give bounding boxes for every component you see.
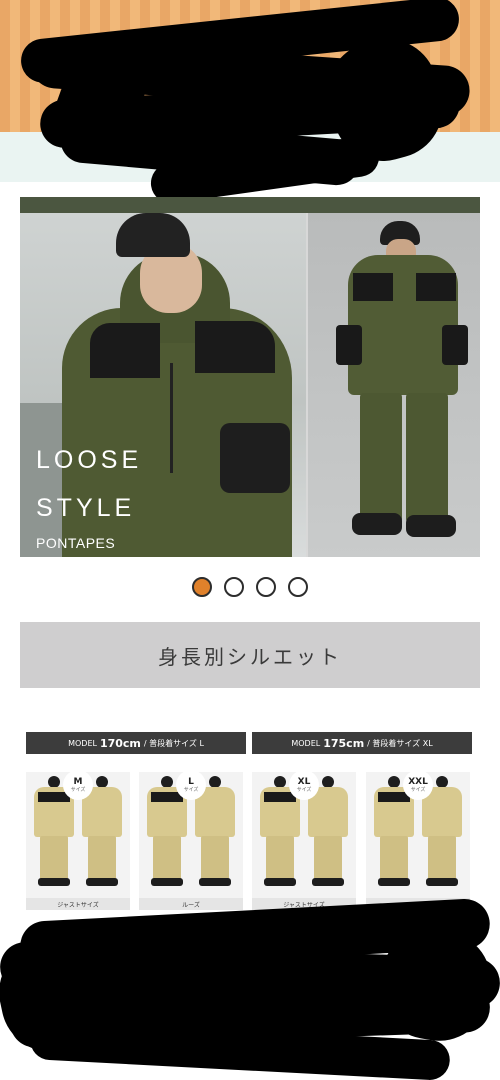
model-figure-pants [153, 836, 181, 880]
model-size-note: / 普段着サイズ L [143, 738, 204, 748]
carousel-pagination [0, 577, 500, 599]
model-figure-pants [314, 836, 342, 880]
model-prefix: MODEL [68, 738, 97, 748]
model-closeup-photo: LOOSE STYLE PONTAPES [20, 213, 306, 557]
model-bar-170: MODEL 170cm / 普段着サイズ L [26, 732, 246, 754]
silhouette-by-height-button[interactable]: 身長別シルエット [20, 622, 480, 688]
model-figure-pants [380, 836, 408, 880]
model-figure-boots [378, 878, 410, 886]
size-panel: XL サイズ [252, 772, 356, 900]
size-panel: L サイズ [139, 772, 243, 900]
size-sub-label: サイズ [410, 786, 426, 793]
model-figure-boots [151, 878, 183, 886]
model-prefix: MODEL [291, 738, 321, 748]
size-sub-label: サイズ [296, 786, 312, 793]
model-fullbody-photo [308, 213, 480, 557]
size-panel: XXL サイズ [366, 772, 470, 900]
headline-line2: STYLE [36, 494, 136, 522]
model-figure-shoulder [86, 792, 118, 802]
size-value: M [73, 776, 83, 787]
size-chart: MODEL 170cm / 普段着サイズ L MODEL 175cm / 普段着… [26, 732, 472, 912]
model-figure-shoulder [199, 792, 231, 802]
hero-top-strip [20, 197, 480, 213]
size-sub-label: サイズ [70, 786, 86, 793]
size-value: XXL [408, 776, 428, 787]
model-figure-shoulder [312, 792, 344, 802]
model-figure-pants [201, 836, 229, 880]
model-figure-boots [426, 878, 458, 886]
model-figure-pants [266, 836, 294, 880]
carousel-dot[interactable] [224, 577, 244, 597]
model-figure-boots [86, 878, 118, 886]
model-figure-boots [199, 878, 231, 886]
hero-image[interactable]: LOOSE STYLE PONTAPES [20, 197, 480, 557]
size-value: L [188, 776, 194, 787]
model-height: 170cm [99, 736, 141, 750]
model-figure-pants [428, 836, 456, 880]
model-size-note: / 普段着サイズ XL [367, 738, 433, 748]
brand-label: PONTAPES [36, 535, 116, 551]
fit-label: ジャストサイズ [26, 898, 130, 910]
model-bar-175: MODEL 175cm / 普段着サイズ XL [252, 732, 472, 754]
carousel-dot[interactable] [256, 577, 276, 597]
model-height: 175cm [323, 736, 365, 750]
model-figure-boots [264, 878, 296, 886]
model-figure-boots [38, 878, 70, 886]
model-figure-shoulder [426, 792, 458, 802]
model-figure-boots [312, 878, 344, 886]
size-sub-label: サイズ [183, 786, 199, 793]
fit-label: ルーズ [139, 898, 243, 910]
size-value: XL [297, 776, 311, 787]
carousel-dot[interactable] [192, 577, 212, 597]
carousel-dot[interactable] [288, 577, 308, 597]
model-figure-pants [40, 836, 68, 880]
headline-line1: LOOSE [36, 446, 143, 474]
model-figure-pants [88, 836, 116, 880]
size-panel: M サイズ [26, 772, 130, 900]
